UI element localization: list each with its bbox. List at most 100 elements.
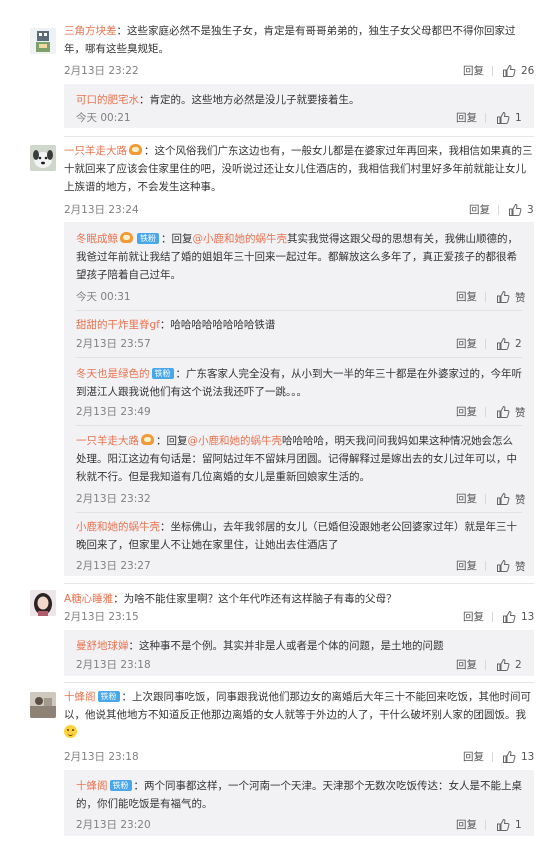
sub-reply-text: 小鹿和她的蜗牛壳：坐标佛山，去年我邻居的女儿（已婚但没跟她老公回婆家过年）就是年… <box>76 521 517 551</box>
divider <box>76 512 522 513</box>
like-button[interactable]: 1 <box>496 109 522 127</box>
timestamp: 2月13日 23:32 <box>76 493 151 505</box>
reply-button[interactable]: 回复 <box>456 288 477 306</box>
like-button[interactable]: 26 <box>502 62 534 80</box>
avatar[interactable] <box>30 145 56 171</box>
divider <box>485 407 486 417</box>
divider <box>76 357 522 358</box>
username-link[interactable]: 十蜂阁 <box>64 691 96 703</box>
like-button[interactable]: 3 <box>508 201 534 219</box>
timestamp: 今天 00:31 <box>76 291 131 303</box>
username-link[interactable]: 冬眠成鲸 <box>76 233 118 245</box>
like-button[interactable]: 2 <box>496 335 522 353</box>
divider <box>492 612 493 622</box>
reply-button[interactable]: 回复 <box>463 748 484 766</box>
reply-button[interactable]: 回复 <box>463 608 484 626</box>
timestamp: 2月13日 23:18 <box>64 751 139 763</box>
username-link[interactable]: 小鹿和她的蜗牛壳 <box>76 521 160 533</box>
like-count: 1 <box>515 819 522 831</box>
like-count: 赞 <box>515 560 526 573</box>
sub-reply-text: 冬眠成鲸 铁粉 ：回复@小鹿和她的蜗牛壳其实我觉得这跟父母的思想有关，我佛山顺德的，… <box>76 232 518 281</box>
username-link[interactable]: 冬天也是绿色的 <box>76 368 150 380</box>
fan-badge: 铁粉 <box>137 233 159 244</box>
divider <box>492 66 493 76</box>
reply-button[interactable]: 回复 <box>463 62 484 80</box>
sub-reply-text: 可口的肥宅水：肯定的。这些地方必然是没儿子就要接着生。 <box>76 94 360 106</box>
like-button[interactable]: 赞 <box>496 403 526 421</box>
like-count: 赞 <box>515 291 526 304</box>
comment-feed: 三角方块差：这些家庭必然不是独生子女，肯定是有哥哥弟弟的，独生子女父母都巴不得你… <box>0 0 554 843</box>
reply-button[interactable]: 回复 <box>456 490 477 508</box>
username-link[interactable]: 一只羊走大路 <box>64 145 127 157</box>
divider <box>485 561 486 571</box>
like-button[interactable]: 2 <box>496 656 522 674</box>
comment-text: 十蜂阁 铁粉 ：上次跟同事吃饭，同事跟我说他们那边女的离婚后大年三十不能回来吃饭，其… <box>64 688 534 742</box>
reply-button[interactable]: 回复 <box>456 403 477 421</box>
avatar[interactable] <box>30 28 56 54</box>
thumbs-up-icon <box>509 203 522 216</box>
divider <box>485 494 486 504</box>
fan-badge: 铁粉 <box>109 780 132 791</box>
vip-mascot-icon <box>120 232 133 243</box>
like-button[interactable]: 13 <box>502 748 534 766</box>
divider <box>64 583 534 584</box>
divider <box>485 339 486 349</box>
sub-reply-text: 一只羊走大路 ：回复@小鹿和她的蜗牛壳哈哈哈哈，明天我问问我妈如果这种情况她会怎么… <box>76 434 517 483</box>
username-link[interactable]: 甜甜的干炸里脊gf <box>76 319 160 331</box>
like-button[interactable]: 赞 <box>496 288 526 306</box>
thumbs-up-icon <box>497 337 510 350</box>
like-button[interactable]: 13 <box>502 608 534 626</box>
mention-link[interactable]: @小鹿和她的蜗牛壳 <box>193 233 288 245</box>
reply-button[interactable]: 回复 <box>469 201 490 219</box>
reply-button[interactable]: 回复 <box>456 656 477 674</box>
timestamp: 2月13日 23:20 <box>76 819 151 831</box>
mention-link[interactable]: @小鹿和她的蜗牛壳 <box>188 435 283 447</box>
reply-button[interactable]: 回复 <box>456 816 477 834</box>
thumbs-up-icon <box>503 750 516 763</box>
thumbs-up-icon <box>497 492 510 505</box>
username-link[interactable]: 十蜂阁 <box>76 780 108 792</box>
thumbs-up-icon <box>497 818 510 831</box>
sub-reply-text: 曼舒地球婵：这种事不是个例。其实并非是人或者是个体的问题，是土地的问题 <box>76 640 444 652</box>
divider <box>485 292 486 302</box>
divider <box>498 205 499 215</box>
girl-avatar-icon <box>30 590 56 616</box>
thumbs-up-icon <box>497 658 510 671</box>
like-button[interactable]: 赞 <box>496 490 526 508</box>
fan-badge: 铁粉 <box>151 368 174 379</box>
timestamp: 2月13日 23:18 <box>76 659 151 671</box>
username-link[interactable]: A糖心睡雅 <box>64 593 113 605</box>
comment-text: A糖心睡雅：为啥不能住家里啊？这个年代咋还有这样脑子有毒的父母？ <box>64 593 397 605</box>
timestamp: 2月13日 23:27 <box>76 560 151 572</box>
username-link[interactable]: 三角方块差 <box>64 25 117 37</box>
comment-text: 一只羊走大路 ：这个风俗我们广东这边也有，一般女儿都是在婆家过年再回来，我相信如果… <box>64 144 533 193</box>
like-count: 2 <box>515 338 522 350</box>
sub-reply-text: 冬天也是绿色的 铁粉 ：广东客家人完全没有，从小到大一半的年三十都是在外婆家过的，今… <box>76 368 522 398</box>
thumbs-up-icon <box>497 111 510 124</box>
timestamp: 2月13日 23:15 <box>64 611 139 623</box>
reply-button[interactable]: 回复 <box>456 109 477 127</box>
timestamp: 今天 00:21 <box>76 112 131 124</box>
avatar[interactable] <box>30 692 56 718</box>
timestamp: 2月13日 23:24 <box>64 204 139 216</box>
username-link[interactable]: 曼舒地球婵 <box>76 640 129 652</box>
like-count: 2 <box>515 659 522 671</box>
like-count: 13 <box>521 611 535 623</box>
sub-reply-text: 甜甜的干炸里脊gf：哈哈哈哈哈哈哈哈铁谱 <box>76 319 276 331</box>
like-count: 赞 <box>515 406 526 419</box>
username-link[interactable]: 可口的肥宅水 <box>76 94 139 106</box>
thumbs-up-icon <box>497 559 510 572</box>
avatar[interactable] <box>30 590 56 616</box>
like-count: 赞 <box>515 493 526 506</box>
fan-badge: 铁粉 <box>97 691 120 702</box>
reply-button[interactable]: 回复 <box>456 335 477 353</box>
divider <box>485 113 486 123</box>
like-button[interactable]: 赞 <box>496 557 526 575</box>
timestamp: 2月13日 23:49 <box>76 406 151 418</box>
like-count: 13 <box>521 751 535 763</box>
like-button[interactable]: 1 <box>496 816 522 834</box>
vip-mascot-icon <box>141 434 154 445</box>
reply-button[interactable]: 回复 <box>456 557 477 575</box>
timestamp: 2月13日 23:22 <box>64 65 139 77</box>
username-link[interactable]: 一只羊走大路 <box>76 435 139 447</box>
